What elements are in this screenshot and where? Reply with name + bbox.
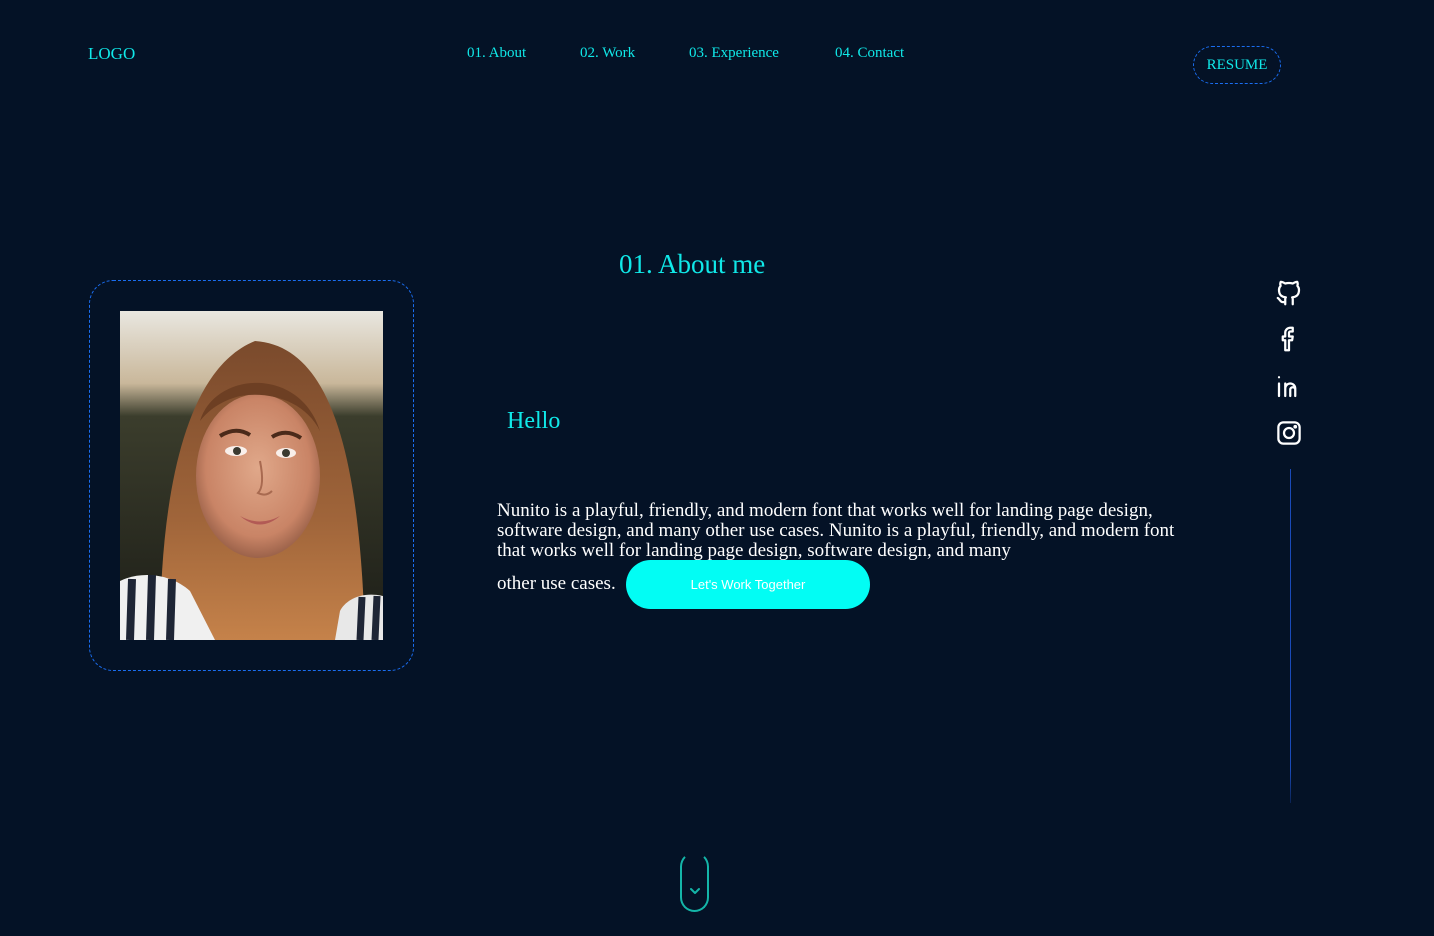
page: LOGO 01. About 02. Work 03. Experience 0… — [0, 0, 1434, 936]
section-title: 01. About me — [619, 249, 766, 279]
instagram-icon[interactable] — [1274, 418, 1304, 448]
linkedin-icon[interactable] — [1274, 371, 1304, 401]
bio-text-tail: other use cases. — [497, 573, 616, 594]
nav-item-work[interactable]: 02. Work — [580, 45, 635, 62]
nav-item-about[interactable]: 01. About — [467, 45, 526, 62]
bio-text: Nunito is a playful, friendly, and moder… — [497, 500, 1175, 561]
chevron-down-icon — [690, 888, 700, 894]
lets-work-together-button[interactable]: Let's Work Together — [626, 560, 870, 609]
profile-photo — [120, 311, 383, 640]
facebook-icon[interactable] — [1274, 324, 1304, 354]
greeting: Hello — [507, 408, 561, 434]
github-icon[interactable] — [1274, 278, 1304, 308]
resume-button[interactable]: RESUME — [1193, 46, 1281, 84]
nav-item-contact[interactable]: 04. Contact — [835, 45, 904, 62]
scroll-down-indicator[interactable] — [680, 852, 709, 912]
nav-item-experience[interactable]: 03. Experience — [689, 45, 779, 62]
social-divider-line — [1290, 469, 1291, 803]
